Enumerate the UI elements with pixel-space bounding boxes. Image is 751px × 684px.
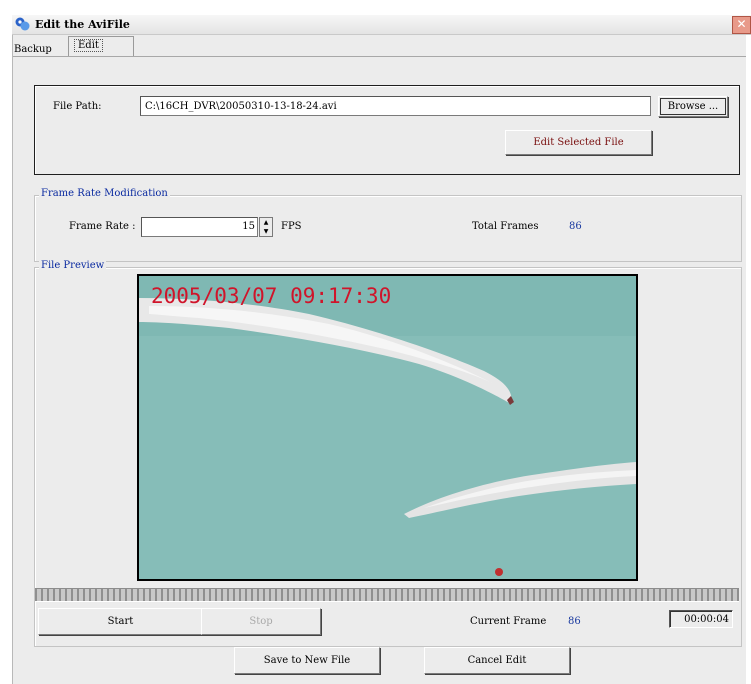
close-icon: ✕ bbox=[736, 17, 747, 31]
total-frames-value: 86 bbox=[569, 221, 582, 232]
edit-selected-file-button[interactable]: Edit Selected File bbox=[505, 130, 652, 155]
stop-button[interactable]: Stop bbox=[201, 608, 321, 635]
save-to-new-file-button[interactable]: Save to New File bbox=[234, 647, 380, 674]
frame-slider[interactable] bbox=[35, 588, 739, 602]
frame-rate-input[interactable]: 15 bbox=[141, 217, 258, 237]
video-frame-image bbox=[139, 276, 636, 579]
cancel-edit-button[interactable]: Cancel Edit bbox=[424, 647, 570, 674]
spinner-up-icon[interactable]: ▲ bbox=[260, 218, 272, 227]
file-path-input[interactable]: C:\16CH_DVR\20050310-13-18-24.avi bbox=[140, 96, 651, 116]
current-frame-label: Current Frame bbox=[470, 616, 547, 627]
frame-rate-group-title: Frame Rate Modification bbox=[39, 188, 170, 199]
close-button[interactable]: ✕ bbox=[732, 16, 751, 34]
start-button[interactable]: Start bbox=[38, 608, 203, 635]
fps-unit-label: FPS bbox=[281, 221, 302, 232]
total-frames-label: Total Frames bbox=[472, 221, 539, 232]
frame-rate-label: Frame Rate : bbox=[69, 221, 136, 232]
window-body: Backup Edit File Path: C:\16CH_DVR\20050… bbox=[12, 35, 746, 684]
video-preview: 2005/03/07 09:17:30 bbox=[137, 274, 638, 581]
title-bar: Edit the AviFile ✕ bbox=[12, 15, 751, 35]
tab-edit-label: Edit bbox=[74, 39, 103, 52]
window-title: Edit the AviFile bbox=[35, 18, 130, 31]
browse-button[interactable]: Browse ... bbox=[658, 96, 728, 117]
current-frame-value: 86 bbox=[568, 616, 581, 627]
file-preview-group-title: File Preview bbox=[39, 260, 107, 271]
tab-edit[interactable]: Edit bbox=[68, 36, 134, 57]
spinner-down-icon[interactable]: ▼ bbox=[260, 227, 272, 236]
elapsed-time-display: 00:00:04 bbox=[669, 610, 733, 628]
video-timestamp: 2005/03/07 09:17:30 bbox=[151, 284, 392, 308]
app-icon bbox=[15, 17, 30, 31]
tab-divider bbox=[13, 56, 746, 57]
tab-backup[interactable]: Backup bbox=[14, 44, 52, 55]
file-path-label: File Path: bbox=[53, 101, 102, 112]
frame-rate-spinner[interactable]: ▲ ▼ bbox=[259, 217, 273, 237]
